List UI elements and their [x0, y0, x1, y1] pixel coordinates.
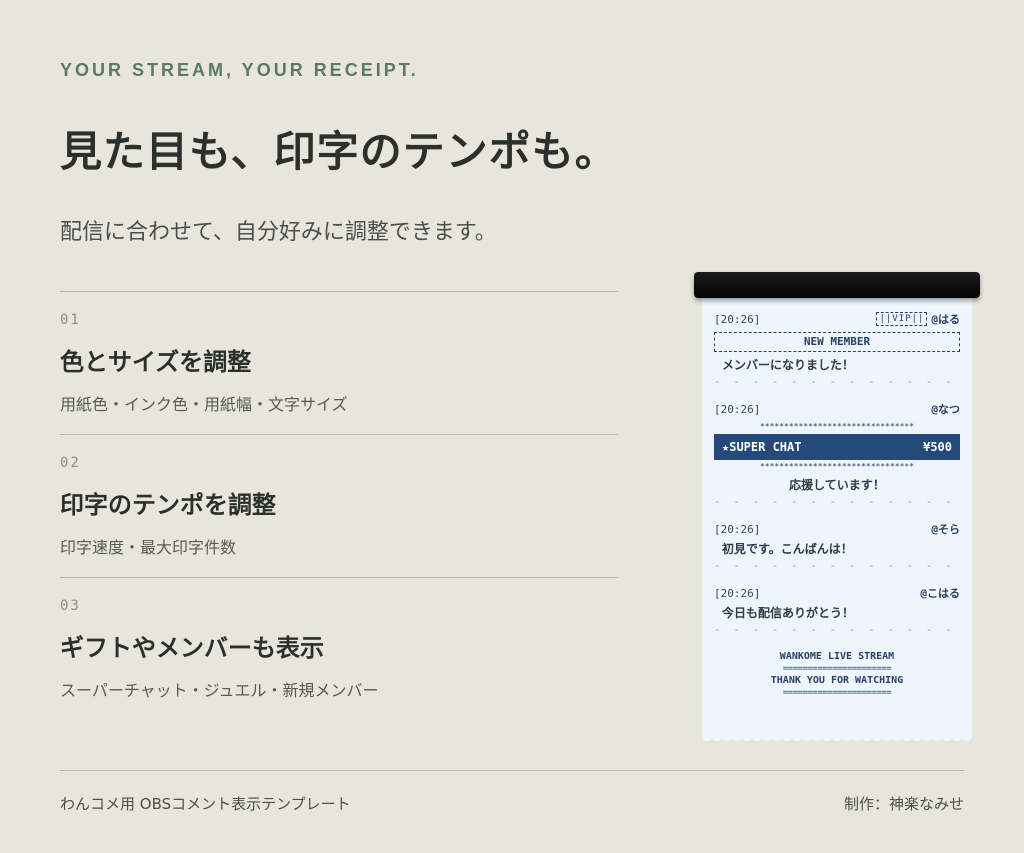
new-member-banner: NEW MEMBER — [714, 332, 960, 352]
superchat-label: ★SUPER CHAT — [722, 440, 802, 454]
receipt-footer-rule: ====================== — [782, 688, 892, 698]
printer-slot — [694, 272, 980, 298]
receipt-divider: - - - - - - - - - - - - - - - - — [714, 375, 960, 388]
feature-number: 02 — [60, 455, 81, 471]
feature-list: 01 色とサイズを調整 用紙色・インク色・用紙幅・文字サイズ 02 印字のテンポ… — [60, 291, 618, 720]
receipt-entry-new-member: [20:26] ||VIP|| @はる NEW MEMBER メンバーになりまし… — [714, 312, 960, 390]
feature-number: 03 — [60, 598, 81, 614]
footer-divider — [60, 770, 964, 771]
receipt-footer-title: WANKOME LIVE STREAM — [779, 651, 895, 662]
feature-description: スーパーチャット・ジュエル・新規メンバー — [60, 681, 379, 700]
receipt-footer: WANKOME LIVE STREAM ====================… — [714, 650, 960, 698]
receipt-message: 応援しています！ — [789, 478, 885, 492]
receipt-username: @そら — [931, 523, 960, 536]
stars-divider: ******************************** — [759, 422, 915, 431]
feature-item: 01 色とサイズを調整 用紙色・インク色・用紙幅・文字サイズ — [60, 291, 618, 434]
receipt-username: @はる — [931, 313, 960, 326]
receipt-torn-edge — [702, 736, 972, 744]
feature-description: 印字速度・最大印字件数 — [60, 538, 237, 557]
receipt-footer-thanks: THANK YOU FOR WATCHING — [770, 675, 904, 686]
receipt-divider: - - - - - - - - - - - - - - - - — [714, 559, 960, 572]
receipt-username: @なつ — [931, 403, 960, 416]
feature-description: 用紙色・インク色・用紙幅・文字サイズ — [60, 395, 348, 414]
receipt-timestamp: [20:26] — [714, 586, 761, 600]
receipt-entry-comment: [20:26] @こはる 今日も配信ありがとう！ - - - - - - - -… — [714, 586, 960, 638]
footer-credit: 制作：神楽なみせ — [843, 795, 964, 813]
receipt-entry-comment: [20:26] @そら 初見です。こんばんは！ - - - - - - - - … — [714, 522, 960, 574]
receipt-timestamp: [20:26] — [714, 402, 761, 416]
vip-badge: ||VIP|| — [876, 312, 928, 326]
receipt-preview: [20:26] ||VIP|| @はる NEW MEMBER メンバーになりまし… — [702, 296, 972, 736]
feature-item: 03 ギフトやメンバーも表示 スーパーチャット・ジュエル・新規メンバー — [60, 577, 618, 720]
feature-item: 02 印字のテンポを調整 印字速度・最大印字件数 — [60, 434, 618, 577]
receipt-username: @こはる — [920, 587, 960, 600]
superchat-bar: ★SUPER CHAT ¥500 — [714, 434, 960, 460]
stars-divider: ******************************** — [759, 462, 915, 471]
receipt-entry-header: [20:26] @こはる — [714, 586, 960, 601]
receipt-divider: - - - - - - - - - - - - - - - - — [714, 623, 960, 636]
receipt-message: メンバーになりました！ — [722, 358, 855, 372]
superchat-amount: ¥500 — [923, 440, 952, 454]
receipt-user-group: ||VIP|| @はる — [876, 311, 960, 327]
feature-title: ギフトやメンバーも表示 — [60, 634, 324, 662]
receipt-timestamp: [20:26] — [714, 312, 761, 326]
receipt-entry-header: [20:26] @そら — [714, 522, 960, 537]
footer-product-name: わんコメ用 OBSコメント表示テンプレート — [60, 795, 351, 813]
receipt-message: 今日も配信ありがとう！ — [722, 606, 855, 620]
feature-number: 01 — [60, 312, 81, 328]
eyebrow-text: YOUR STREAM, YOUR RECEIPT. — [60, 60, 419, 80]
receipt-message: 初見です。こんばんは！ — [722, 542, 853, 556]
receipt-entry-header: [20:26] ||VIP|| @はる — [714, 312, 960, 326]
feature-title: 色とサイズを調整 — [60, 348, 252, 376]
feature-title: 印字のテンポを調整 — [60, 491, 276, 519]
receipt-footer-rule: ====================== — [782, 664, 892, 674]
receipt-divider: - - - - - - - - - - - - - - - - — [714, 495, 960, 508]
page-subhead: 配信に合わせて、自分好みに調整できます。 — [60, 220, 497, 245]
receipt-entry-superchat: [20:26] @なつ ****************************… — [714, 402, 960, 510]
receipt-timestamp: [20:26] — [714, 522, 761, 536]
receipt-entry-header: [20:26] @なつ — [714, 402, 960, 417]
page-headline: 見た目も、印字のテンポも。 — [60, 127, 618, 176]
